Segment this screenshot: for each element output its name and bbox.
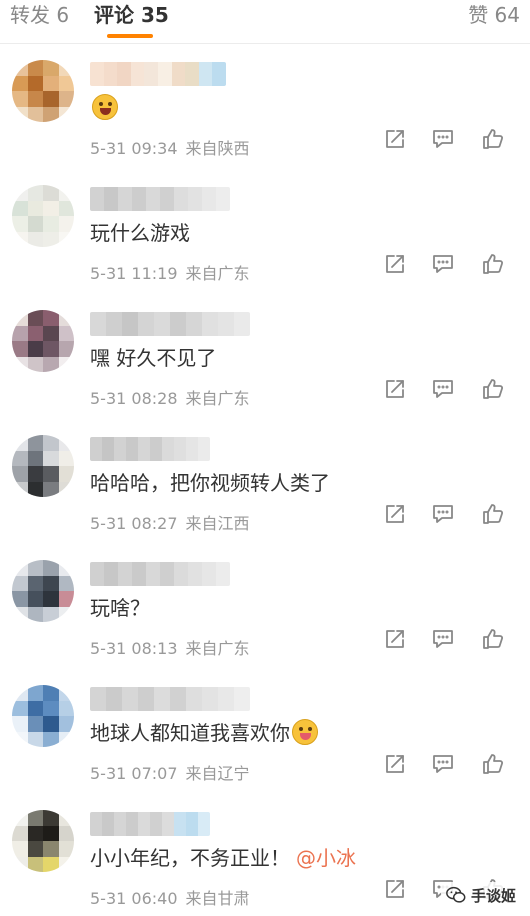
- comment-actions: [382, 251, 522, 281]
- tab-bar: 转发 6 评论 35 赞 64: [0, 0, 530, 44]
- avatar[interactable]: [12, 560, 74, 622]
- username-blurred[interactable]: [90, 437, 210, 461]
- comment-text: 小小年纪，不务正业！ @小冰: [90, 844, 356, 872]
- username-blurred[interactable]: [90, 812, 210, 836]
- comment-time: 5-31 09:34: [90, 139, 178, 158]
- comment-item[interactable]: 玩什么游戏 5-31 11:19 来自广东: [0, 171, 530, 296]
- comment-item[interactable]: 玩啥？ 5-31 08:13 来自广东: [0, 546, 530, 671]
- comment-meta: 5-31 11:19 来自广东: [90, 260, 250, 284]
- share-icon[interactable]: [382, 251, 412, 281]
- username-blurred[interactable]: [90, 687, 250, 711]
- comment-actions: [382, 126, 522, 156]
- comment-text: 哈哈哈，把你视频转人类了: [90, 469, 330, 497]
- mention-link[interactable]: @小冰: [296, 846, 356, 870]
- tab-forwards[interactable]: 转发 6: [10, 2, 69, 28]
- tab-likes[interactable]: 赞 64: [468, 2, 520, 28]
- tab-comments[interactable]: 评论 35: [94, 2, 169, 28]
- comment-time: 5-31 08:28: [90, 389, 178, 408]
- laughing-emoji: [92, 94, 118, 120]
- comment-text: 玩啥？: [90, 594, 150, 622]
- tongue-emoji: [292, 719, 318, 745]
- share-icon[interactable]: [382, 376, 412, 406]
- comment-actions: [382, 501, 522, 531]
- comment-icon[interactable]: [430, 126, 460, 156]
- comment-body: 哈哈哈，把你视频转人类了: [90, 471, 330, 495]
- comment-meta: 5-31 08:28 来自广东: [90, 385, 250, 409]
- comment-item[interactable]: 哈哈哈，把你视频转人类了 5-31 08:27 来自江西: [0, 421, 530, 546]
- comment-time: 5-31 11:19: [90, 264, 178, 283]
- share-icon[interactable]: [382, 126, 412, 156]
- comment-location: 来自广东: [185, 639, 250, 658]
- comment-item[interactable]: 地球人都知道我喜欢你 5-31 07:07 来自辽宁: [0, 671, 530, 796]
- comment-meta: 5-31 08:27 来自江西: [90, 510, 250, 534]
- comment-actions: [382, 751, 522, 781]
- comment-text: 地球人都知道我喜欢你: [90, 719, 318, 747]
- thumb-up-icon[interactable]: [480, 751, 510, 781]
- comment-item[interactable]: 5-31 09:34 来自陕西: [0, 46, 530, 171]
- watermark: 手谈姬: [440, 882, 520, 908]
- thumb-up-icon[interactable]: [480, 626, 510, 656]
- comment-actions: [382, 376, 522, 406]
- avatar[interactable]: [12, 685, 74, 747]
- comment-time: 5-31 06:40: [90, 889, 178, 908]
- comment-actions: [382, 626, 522, 656]
- share-icon[interactable]: [382, 626, 412, 656]
- username-blurred[interactable]: [90, 62, 226, 86]
- comment-body: 嘿 好久不见了: [90, 346, 217, 370]
- comment-meta: 5-31 07:07 来自辽宁: [90, 760, 250, 784]
- share-icon[interactable]: [382, 501, 412, 531]
- thumb-up-icon[interactable]: [480, 376, 510, 406]
- username-blurred[interactable]: [90, 562, 230, 586]
- comment-time: 5-31 08:27: [90, 514, 178, 533]
- comment-meta: 5-31 09:34 来自陕西: [90, 135, 250, 159]
- avatar[interactable]: [12, 810, 74, 872]
- avatar[interactable]: [12, 60, 74, 122]
- comment-text: [90, 94, 118, 122]
- share-icon[interactable]: [382, 876, 412, 906]
- comment-location: 来自陕西: [185, 139, 250, 158]
- comment-location: 来自甘肃: [185, 889, 250, 908]
- share-icon[interactable]: [382, 751, 412, 781]
- comment-icon[interactable]: [430, 501, 460, 531]
- comment-icon[interactable]: [430, 251, 460, 281]
- comment-location: 来自江西: [185, 514, 250, 533]
- avatar[interactable]: [12, 185, 74, 247]
- username-blurred[interactable]: [90, 312, 250, 336]
- comment-icon[interactable]: [430, 626, 460, 656]
- comment-location: 来自辽宁: [185, 764, 250, 783]
- comment-icon[interactable]: [430, 376, 460, 406]
- avatar[interactable]: [12, 310, 74, 372]
- comment-body: 地球人都知道我喜欢你: [90, 721, 290, 745]
- comment-meta: 5-31 08:13 来自广东: [90, 635, 250, 659]
- thumb-up-icon[interactable]: [480, 501, 510, 531]
- watermark-label: 手谈姬: [470, 886, 516, 905]
- comment-meta: 5-31 06:40 来自甘肃: [90, 885, 250, 909]
- comment-body: 玩啥？: [90, 596, 150, 620]
- thumb-up-icon[interactable]: [480, 126, 510, 156]
- comment-text: 嘿 好久不见了: [90, 344, 216, 372]
- comment-text: 玩什么游戏: [90, 219, 190, 247]
- active-tab-indicator: [107, 34, 153, 38]
- comment-location: 来自广东: [185, 264, 250, 283]
- comment-location: 来自广东: [185, 389, 250, 408]
- thumb-up-icon[interactable]: [480, 251, 510, 281]
- username-blurred[interactable]: [90, 187, 230, 211]
- comment-time: 5-31 07:07: [90, 764, 178, 783]
- wechat-icon: [446, 886, 466, 903]
- avatar[interactable]: [12, 435, 74, 497]
- comment-body: 玩什么游戏: [90, 221, 190, 245]
- comment-time: 5-31 08:13: [90, 639, 178, 658]
- comment-body: 小小年纪，不务正业！: [90, 846, 290, 870]
- comment-icon[interactable]: [430, 751, 460, 781]
- comment-item[interactable]: 嘿 好久不见了 5-31 08:28 来自广东: [0, 296, 530, 421]
